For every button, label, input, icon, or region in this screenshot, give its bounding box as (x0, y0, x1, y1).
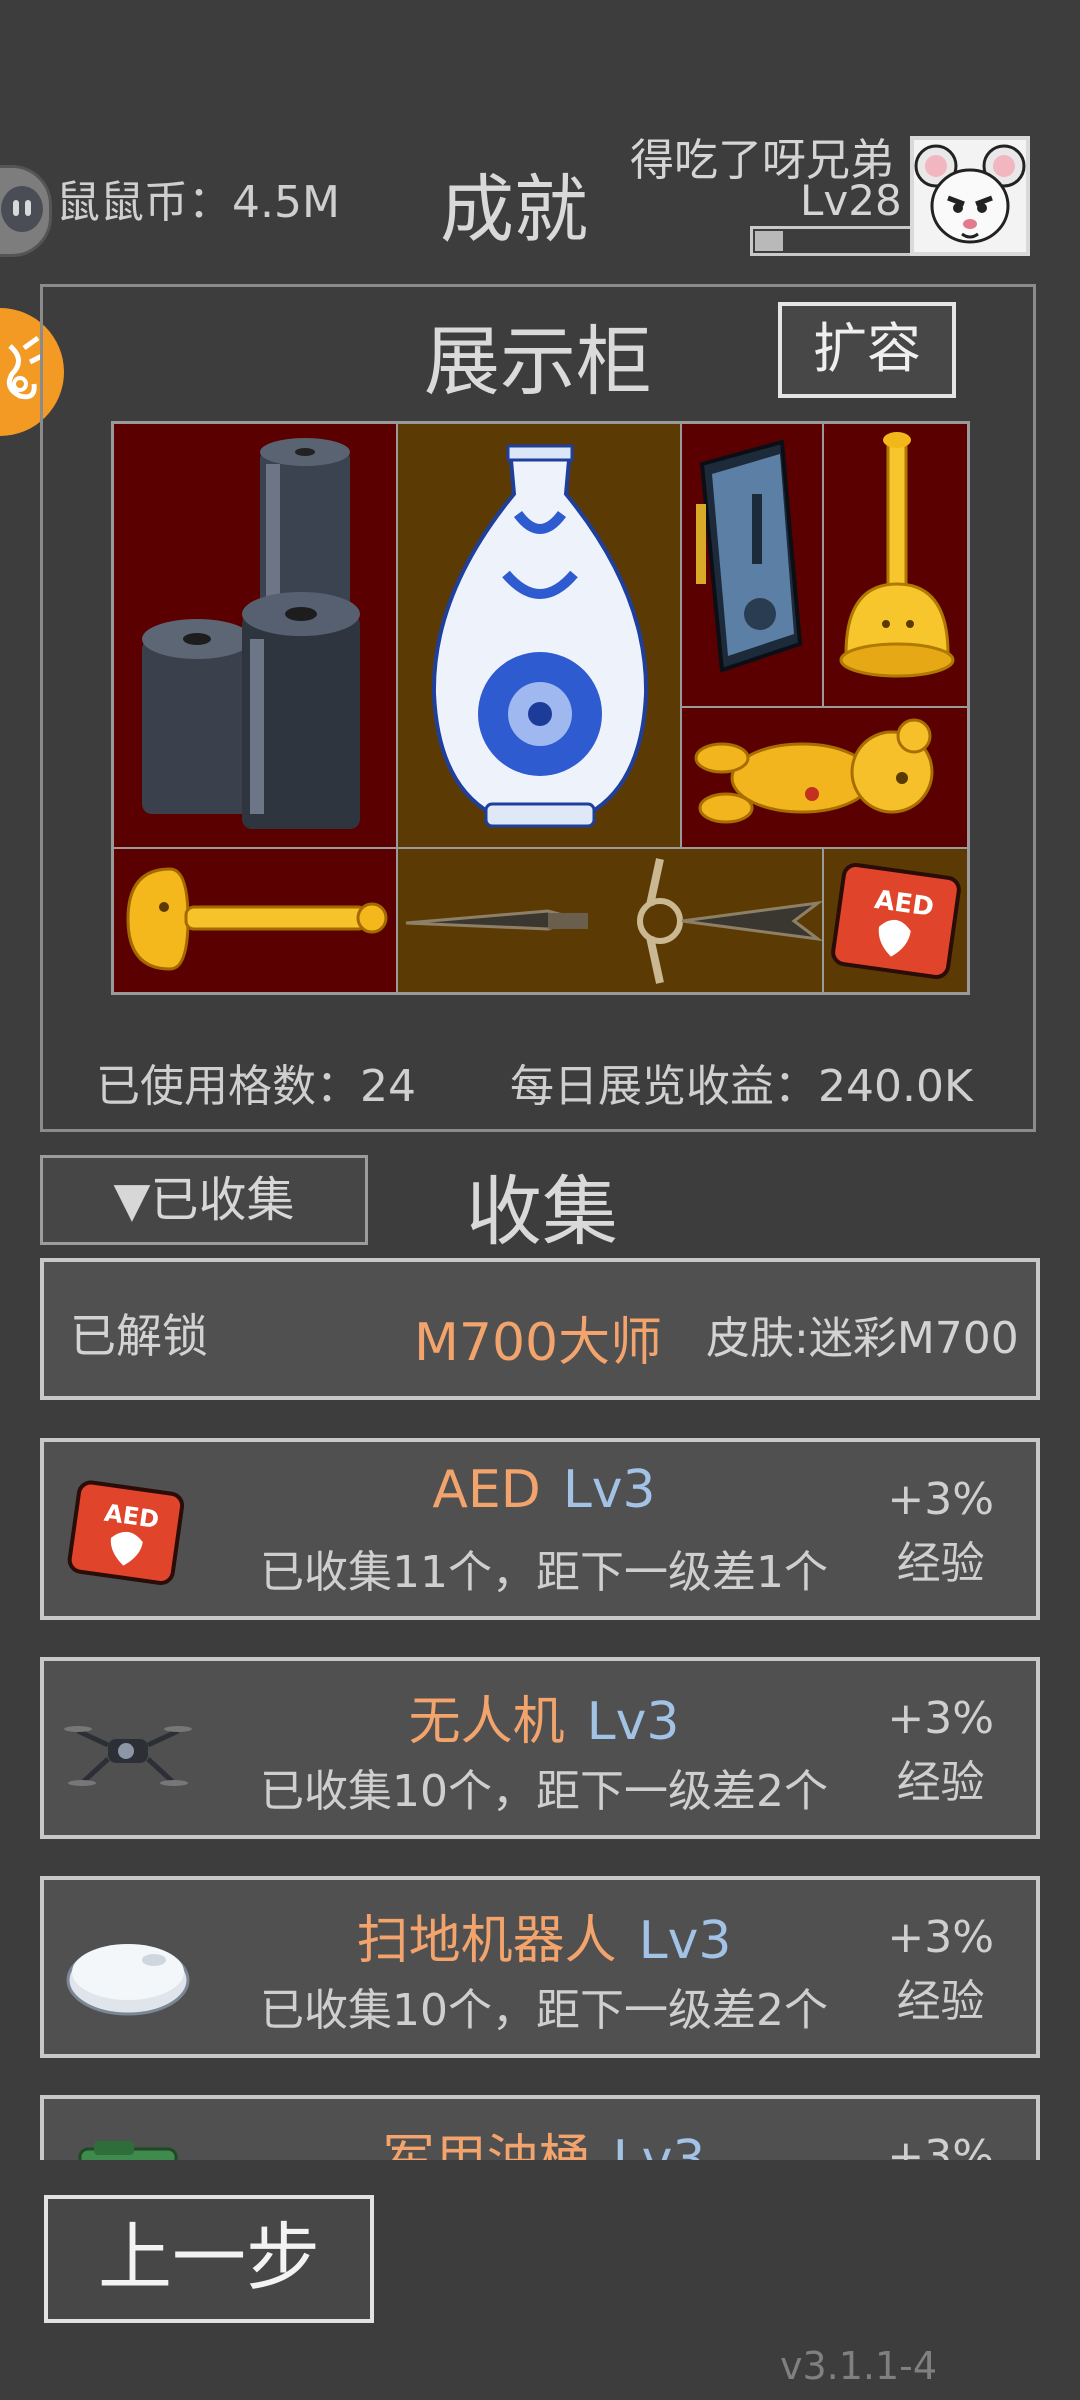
showcase-slot-gold-bear[interactable] (681, 707, 968, 848)
showcase-slot-dagger[interactable] (397, 848, 823, 993)
mouse-coin-icon (0, 165, 52, 257)
batteries-icon (142, 438, 360, 829)
item-bonus-label: 经验 (896, 1538, 985, 1589)
xp-progress-fill (755, 231, 783, 251)
showcase-slot-plunger[interactable] (823, 423, 968, 707)
player-level: Lv28 (800, 176, 902, 225)
unlock-label: 已解锁 (70, 1309, 208, 1363)
expand-button[interactable]: 扩容 (778, 302, 956, 398)
item-level: Lv3 (638, 1911, 732, 1971)
item-bonus: +3% (887, 1693, 994, 1744)
item-level: Lv3 (612, 2130, 706, 2160)
coin-balance: 鼠鼠币：4.5M (56, 177, 340, 228)
collection-list[interactable]: AED AED Lv3 已收集11个，距下一级差1个 +3% 经验 无人机 Lv3 已… (0, 1430, 1080, 2160)
showcase-slot-graphics-card[interactable] (681, 423, 823, 707)
showcase-grid: AED (111, 421, 970, 995)
daily-income-text: 每日展览收益：240.0K (510, 1061, 973, 1112)
golden-bear-icon (694, 718, 934, 824)
unlock-skin: 皮肤:迷彩M700 (706, 1313, 1019, 1364)
item-bonus: +3% (887, 2131, 994, 2160)
list-item[interactable]: 无人机 Lv3 已收集10个，距下一级差2个 +3% 经验 (40, 1657, 1040, 1839)
dagger-icon (405, 858, 822, 984)
showcase-slot-vase[interactable] (397, 423, 681, 848)
item-bonus: +3% (887, 1474, 994, 1525)
item-name: 无人机 (408, 1692, 565, 1752)
showcase-title: 展示柜 (424, 317, 652, 406)
showcase-slot-gold-key[interactable] (113, 848, 397, 993)
list-item[interactable]: 扫地机器人 Lv3 已收集10个，距下一级差2个 +3% 经验 (40, 1876, 1040, 2058)
porcelain-vase-icon (431, 444, 649, 828)
used-slots-text: 已使用格数：24 (96, 1061, 416, 1112)
graphics-card-icon (696, 439, 803, 673)
back-button[interactable]: 上一步 (44, 2195, 374, 2323)
showcase-slot-aed[interactable]: AED (823, 848, 968, 993)
page-title: 成就 (440, 167, 588, 253)
aed-icon: AED (831, 862, 961, 980)
item-name: 军用油桶 (382, 2130, 591, 2160)
collected-filter-dropdown[interactable]: ▼已收集 (40, 1155, 368, 1245)
item-name: 扫地机器人 (356, 1911, 617, 1971)
item-bonus-label: 经验 (896, 1757, 985, 1808)
avatar[interactable] (910, 136, 1030, 256)
version-label: v3.1.1-4 (780, 2344, 938, 2388)
item-name: AED (432, 1460, 541, 1520)
golden-toilet-plunger-icon (839, 432, 955, 678)
item-level: Lv3 (562, 1460, 656, 1520)
golden-key-icon (126, 867, 388, 971)
item-bonus-label: 经验 (896, 1976, 985, 2027)
item-bonus: +3% (887, 1912, 994, 1963)
list-item[interactable]: AED AED Lv3 已收集11个，距下一级差1个 +3% 经验 (40, 1438, 1040, 1620)
item-level: Lv3 (586, 1692, 680, 1752)
showcase-slot-batteries[interactable] (113, 423, 397, 848)
list-item[interactable]: 军用油桶 Lv3 +3% (40, 2095, 1040, 2160)
mouse-avatar-icon (914, 144, 1026, 244)
unlock-name: M700大师 (414, 1313, 663, 1373)
collection-title: 收集 (466, 1167, 618, 1256)
xp-progress-bar (750, 226, 914, 256)
